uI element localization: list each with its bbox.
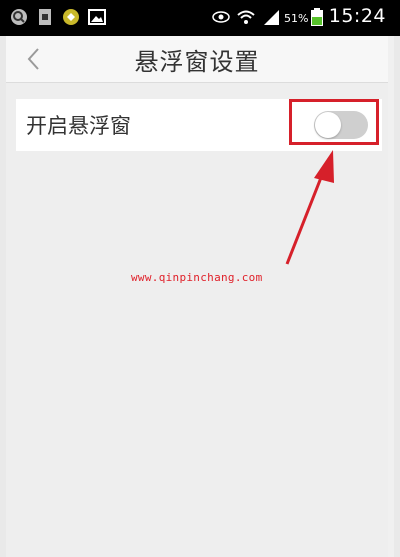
setting-label: 开启悬浮窗 [26, 114, 131, 138]
sim-icon [39, 9, 51, 25]
title-bar: 悬浮窗设置 [6, 36, 388, 83]
search-icon [11, 9, 27, 25]
page-title: 悬浮窗设置 [134, 48, 260, 76]
status-bar: 51% 15:24 [0, 0, 400, 36]
wifi-icon [237, 10, 255, 24]
watermark-text: www.qinpinchang.com [131, 271, 263, 284]
battery-percent: 51% [284, 12, 309, 25]
battery-icon [311, 8, 323, 26]
toggle-knob [315, 112, 341, 138]
setting-row-floating-window[interactable]: 开启悬浮窗 [16, 99, 382, 151]
eye-icon [212, 11, 230, 23]
image-icon [88, 9, 106, 25]
settings-content: 开启悬浮窗 [6, 83, 388, 557]
floating-window-toggle[interactable] [314, 111, 368, 139]
signal-icon [264, 10, 279, 25]
status-time: 15:24 [328, 5, 386, 27]
app-icon [63, 9, 79, 25]
